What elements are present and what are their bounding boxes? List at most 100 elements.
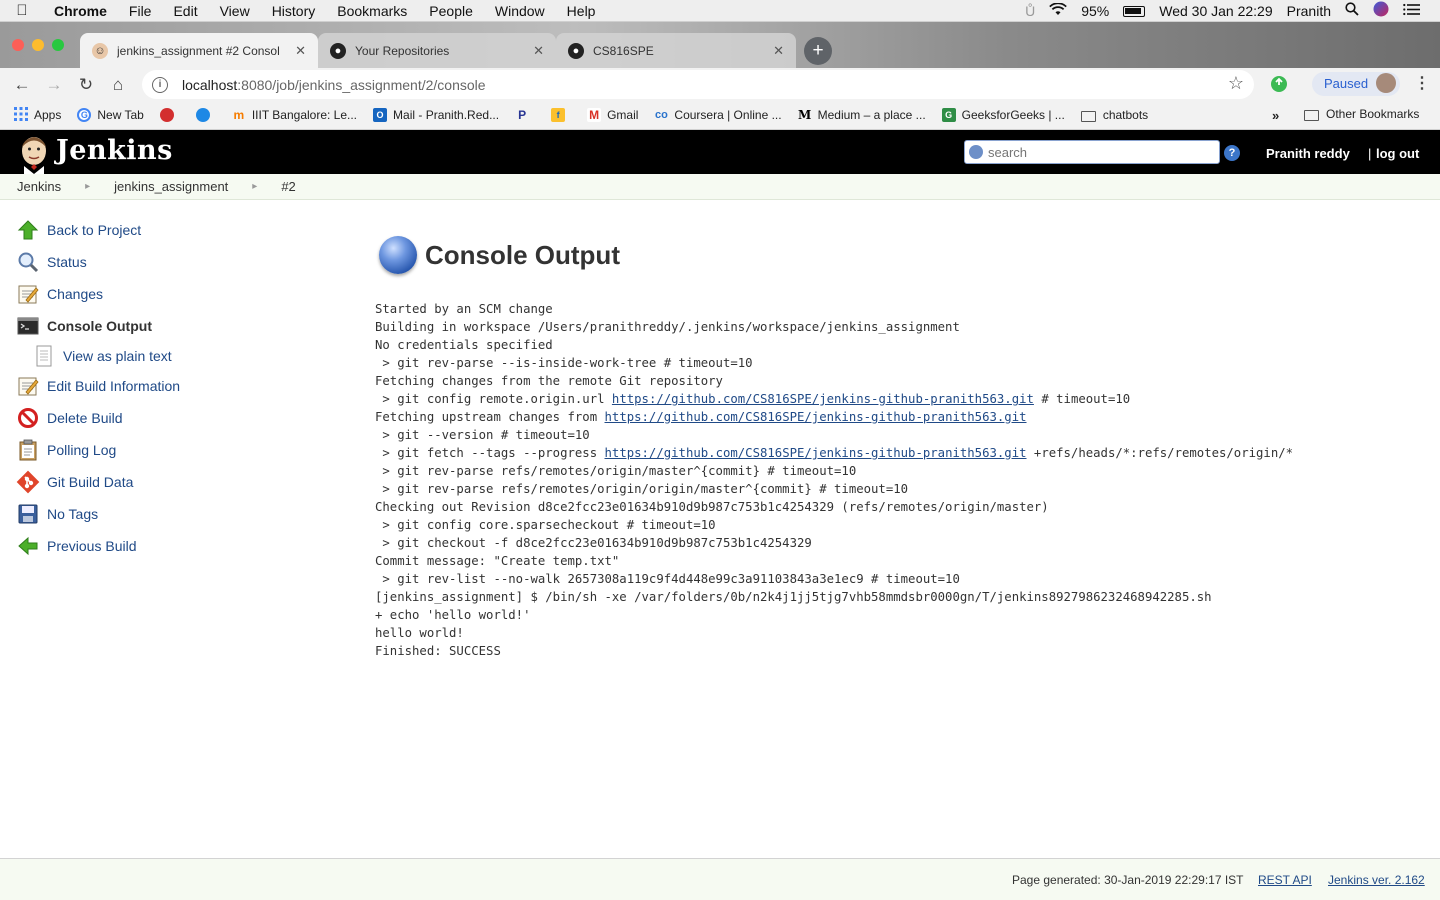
minimize-window-button[interactable] — [32, 39, 44, 51]
menu-bookmarks[interactable]: Bookmarks — [326, 3, 418, 19]
task-label[interactable]: Console Output — [47, 318, 152, 334]
menu-edit[interactable]: Edit — [162, 3, 208, 19]
bookmark-gmail[interactable]: M Gmail — [587, 108, 638, 122]
task-edit-build-information[interactable]: Edit Build Information — [16, 370, 336, 402]
log-out-link[interactable]: log out — [1376, 146, 1419, 161]
battery-icon[interactable] — [1116, 3, 1152, 19]
tab-your-repositories[interactable]: ● Your Repositories ✕ — [318, 33, 556, 68]
task-label[interactable]: Status — [47, 254, 87, 270]
menu-file[interactable]: File — [118, 3, 163, 19]
bookmark-star-icon[interactable]: ☆ — [1228, 73, 1244, 94]
user-menu[interactable]: Pranith — [1280, 3, 1338, 19]
task-label[interactable]: Git Build Data — [47, 474, 133, 490]
jenkins-search-input[interactable] — [988, 144, 1208, 160]
window-controls — [12, 39, 64, 51]
bookmark-apps[interactable]: Apps — [14, 106, 61, 124]
task-label[interactable]: Back to Project — [47, 222, 141, 238]
app-menu[interactable]: Chrome — [44, 3, 118, 19]
folder-icon — [1304, 109, 1319, 121]
console-repo-link[interactable]: https://github.com/CS816SPE/jenkins-gith… — [605, 446, 1027, 460]
breadcrumb-build[interactable]: #2 — [281, 179, 295, 194]
task-changes[interactable]: Changes — [16, 278, 336, 310]
jenkins-version-link[interactable]: Jenkins ver. 2.162 — [1328, 873, 1425, 887]
logged-in-user-link[interactable]: Pranith reddy — [1266, 146, 1350, 161]
bookmark-red-site[interactable] — [159, 108, 180, 122]
breadcrumb-job[interactable]: jenkins_assignment — [114, 179, 228, 194]
task-label[interactable]: No Tags — [47, 506, 98, 522]
task-view-as-plain-text[interactable]: View as plain text — [16, 342, 336, 370]
jenkins-search-box[interactable] — [964, 140, 1220, 164]
extension-icon[interactable] — [1270, 75, 1288, 96]
site-info-icon[interactable]: i — [152, 76, 168, 93]
menu-history[interactable]: History — [261, 3, 327, 19]
bookmark-label: GeeksforGeeks | ... — [961, 108, 1065, 122]
task-git-build-data[interactable]: Git Build Data — [16, 466, 336, 498]
task-label[interactable]: Polling Log — [47, 442, 116, 458]
task-label[interactable]: Previous Build — [47, 538, 137, 554]
task-previous-build[interactable]: Previous Build — [16, 530, 336, 562]
console-repo-link[interactable]: https://github.com/CS816SPE/jenkins-gith… — [605, 410, 1027, 424]
task-label[interactable]: View as plain text — [63, 348, 172, 364]
bookmark-folder-chatbots[interactable]: chatbots — [1080, 108, 1148, 122]
spotlight-icon[interactable] — [1338, 2, 1366, 19]
reload-icon[interactable]: ↻ — [70, 75, 102, 95]
notification-center-icon[interactable] — [1396, 3, 1428, 19]
bookmark-mail[interactable]: O Mail - Pranith.Red... — [373, 108, 499, 122]
new-tab-button[interactable]: + — [804, 37, 832, 65]
menu-view[interactable]: View — [209, 3, 261, 19]
page-generated-timestamp: Page generated: 30-Jan-2019 22:29:17 IST — [1012, 873, 1244, 887]
bookmark-medium[interactable]: M Medium – a place ... — [798, 108, 926, 122]
forward-arrow-icon[interactable]: → — [38, 75, 70, 95]
task-label[interactable]: Changes — [47, 286, 103, 302]
task-back-to-project[interactable]: Back to Project — [16, 214, 336, 246]
task-label[interactable]: Edit Build Information — [47, 378, 180, 394]
clock[interactable]: Wed 30 Jan 22:29 — [1152, 3, 1279, 19]
close-tab-icon[interactable]: ✕ — [773, 43, 784, 59]
chrome-menu-icon[interactable]: ⋮ — [1414, 73, 1430, 93]
bookmark-geeksforgeeks[interactable]: G GeeksforGeeks | ... — [941, 108, 1065, 122]
breadcrumb-chevron-icon[interactable]: ▸ — [252, 181, 257, 192]
rest-api-link[interactable]: REST API — [1258, 873, 1312, 887]
task-polling-log[interactable]: Polling Log — [16, 434, 336, 466]
close-tab-icon[interactable]: ✕ — [533, 43, 544, 59]
tab-cs816spe[interactable]: ● CS816SPE ✕ — [556, 33, 796, 68]
profile-avatar[interactable] — [1376, 73, 1396, 93]
apple-menu-icon[interactable]:  — [0, 2, 44, 19]
search-help-icon[interactable]: ? — [1224, 145, 1240, 161]
tab-jenkins-console[interactable]: ☺ jenkins_assignment #2 Consol ✕ — [80, 33, 318, 68]
address-bar[interactable]: i localhost:8080/job/jenkins_assignment/… — [142, 70, 1254, 99]
breadcrumb-chevron-icon[interactable]: ▸ — [85, 181, 90, 192]
wifi-icon[interactable] — [1042, 1, 1074, 19]
task-status[interactable]: Status — [16, 246, 336, 278]
bookmark-blue-site[interactable] — [195, 108, 216, 122]
task-no-tags[interactable]: No Tags — [16, 498, 336, 530]
close-window-button[interactable] — [12, 39, 24, 51]
bookmark-iiit-bangalore[interactable]: m IIIT Bangalore: Le... — [232, 108, 358, 122]
bookmark-paypal[interactable]: P — [515, 108, 535, 122]
menu-window[interactable]: Window — [484, 3, 556, 19]
home-icon[interactable]: ⌂ — [102, 75, 134, 95]
console-line: No credentials specified — [375, 338, 553, 352]
zoom-window-button[interactable] — [52, 39, 64, 51]
clipboard-icon — [16, 438, 40, 462]
task-console-output[interactable]: Console Output — [16, 310, 336, 342]
close-tab-icon[interactable]: ✕ — [295, 43, 306, 59]
console-repo-link[interactable]: https://github.com/CS816SPE/jenkins-gith… — [612, 392, 1034, 406]
menu-people[interactable]: People — [418, 3, 484, 19]
task-label[interactable]: Delete Build — [47, 410, 123, 426]
menu-help[interactable]: Help — [556, 3, 607, 19]
bluetooth-icon[interactable]: Ů — [1018, 3, 1042, 19]
side-panel: Back to Project Status Changes Console O… — [16, 214, 336, 562]
paypal-icon: P — [518, 108, 527, 122]
jenkins-brand-title[interactable]: Jenkins — [56, 135, 173, 166]
bookmark-new-tab[interactable]: G New Tab — [77, 108, 144, 122]
bookmark-flipkart[interactable]: f — [551, 108, 571, 122]
task-delete-build[interactable]: Delete Build — [16, 402, 336, 434]
siri-icon[interactable] — [1366, 1, 1396, 20]
jenkins-butler-logo-icon[interactable] — [16, 134, 52, 174]
more-bookmarks-chevron-icon[interactable]: » — [1272, 108, 1279, 123]
back-arrow-icon[interactable]: ← — [6, 75, 38, 95]
bookmark-coursera[interactable]: co Coursera | Online ... — [654, 108, 782, 122]
other-bookmarks-folder[interactable]: Other Bookmarks — [1304, 107, 1419, 121]
breadcrumb-jenkins[interactable]: Jenkins — [17, 179, 61, 194]
